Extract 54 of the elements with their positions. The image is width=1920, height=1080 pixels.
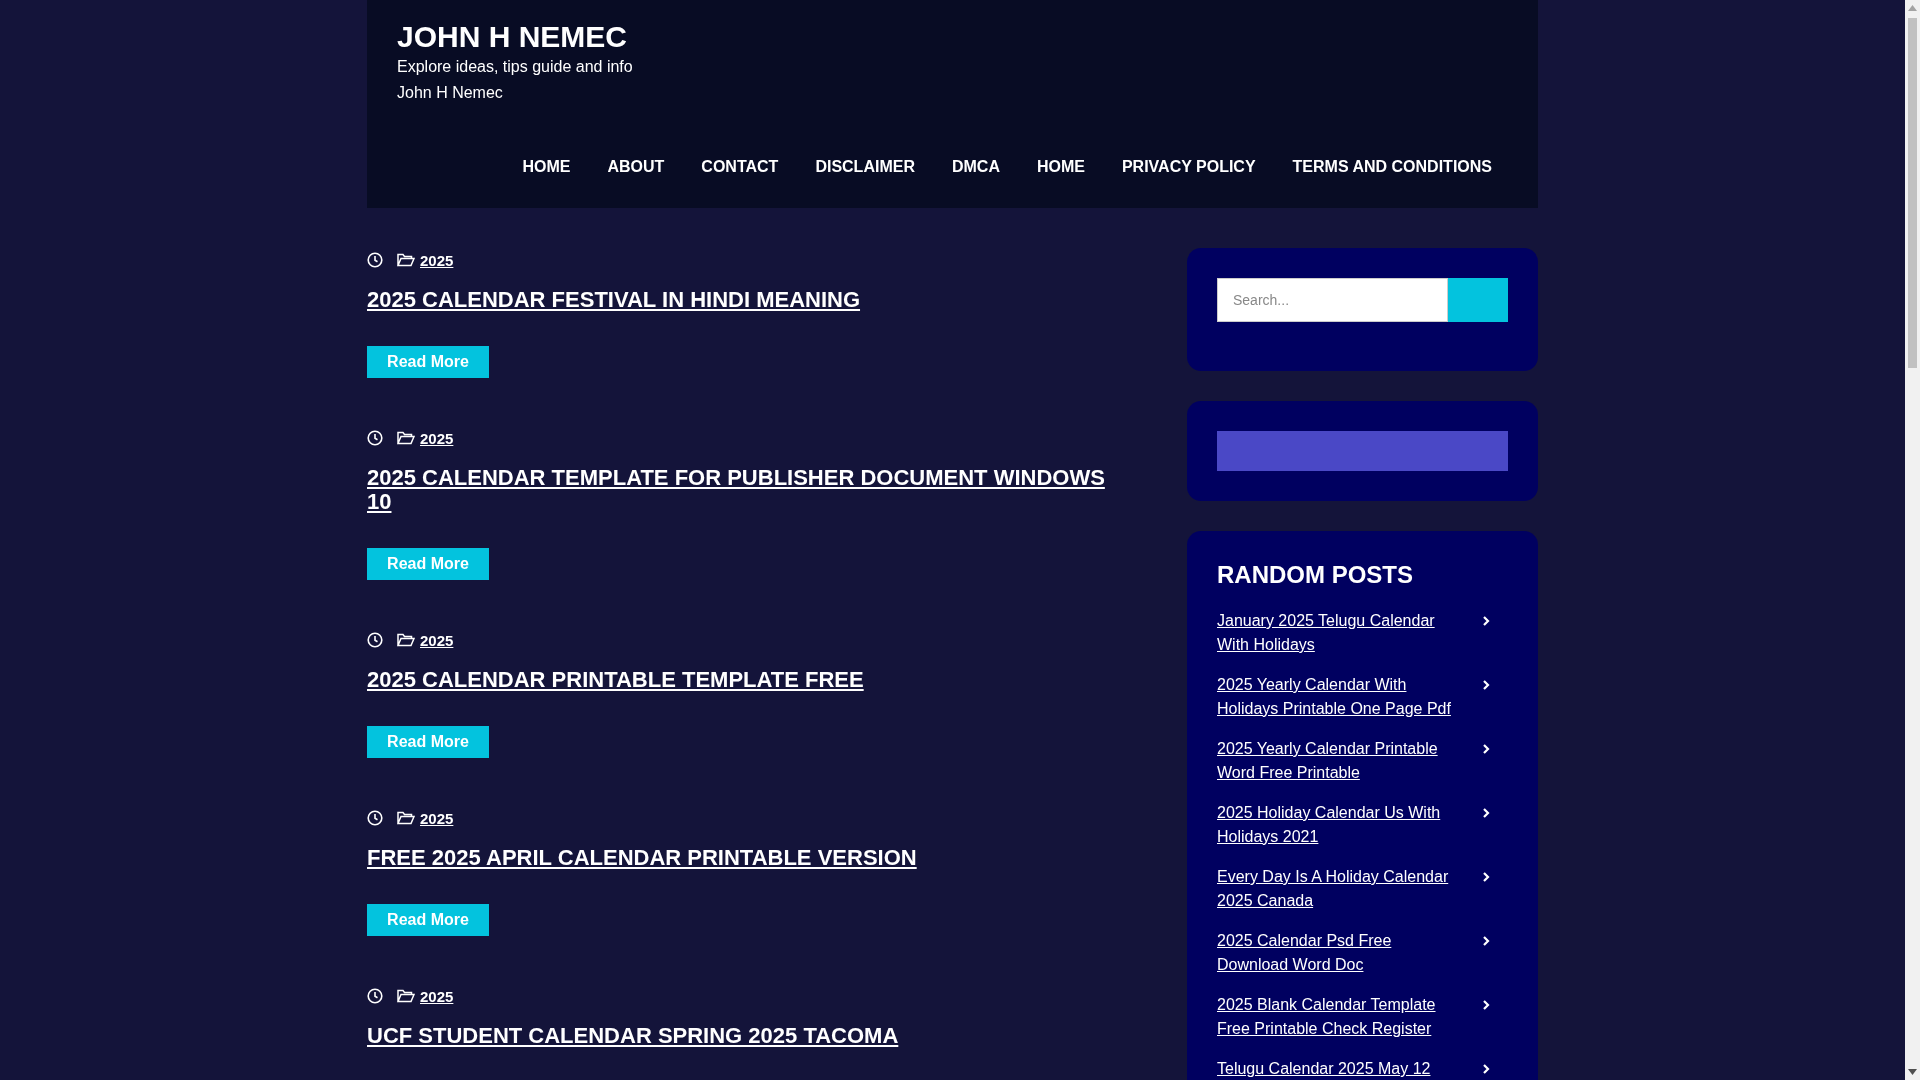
folder-icon [397, 633, 415, 647]
post-title[interactable]: UCF STUDENT CALENDAR SPRING 2025 TACOMA [367, 1024, 1127, 1048]
random-post-link[interactable]: 2025 Holiday Calendar Us With Holidays 2021 [1217, 801, 1452, 849]
nav-link[interactable]: HOME [1036, 158, 1085, 176]
scrollbar[interactable] [1905, 0, 1920, 1080]
chevron-right-icon [1482, 615, 1490, 627]
search-field[interactable]: Search... [1217, 278, 1448, 322]
category-link[interactable]: 2025 [420, 987, 454, 1005]
clock-icon [367, 988, 383, 1004]
category-link[interactable]: 2025 [420, 631, 454, 649]
nav-link[interactable]: ABOUT [607, 158, 665, 176]
random-post-link[interactable]: 2025 Yearly Calendar With Holidays Printable One Page Pdf [1217, 673, 1452, 721]
site-tagline: Explore ideas, tips guide and info [397, 57, 634, 77]
chevron-right-icon [1482, 871, 1490, 883]
post-title[interactable]: 2025 CALENDAR FESTIVAL IN HINDI MEANING [367, 288, 1127, 312]
nav-link[interactable]: TERMS AND CONDITIONS [1292, 158, 1492, 176]
chevron-right-icon [1482, 1063, 1490, 1075]
post-title[interactable]: 2025 CALENDAR TEMPLATE FOR PUBLISHER DOCUMENT WINDOWS 10 [367, 466, 1127, 514]
chevron-right-icon [1482, 679, 1490, 691]
category-link[interactable]: 2025 [420, 251, 454, 269]
folder-icon [397, 989, 415, 1003]
category-link[interactable]: 2025 [420, 809, 454, 827]
clock-icon [367, 430, 383, 446]
chevron-right-icon [1482, 999, 1490, 1011]
random-post-link[interactable]: 2025 Blank Calendar Template Free Printable Check Register [1217, 993, 1452, 1041]
nav-link[interactable]: HOME [522, 158, 571, 176]
chevron-right-icon [1482, 807, 1490, 819]
chevron-right-icon [1482, 743, 1490, 755]
nav-link[interactable]: CONTACT [701, 158, 779, 176]
clock-icon [367, 632, 383, 648]
post-title[interactable]: 2025 CALENDAR PRINTABLE TEMPLATE FREE [367, 668, 1127, 692]
random-post-link[interactable]: Telugu Calendar 2025 May 12 [1217, 1057, 1452, 1080]
random-post-link[interactable]: January 2025 Telugu Calendar With Holidays [1217, 609, 1452, 657]
category-link[interactable]: 2025 [420, 429, 454, 447]
site-title: JOHN H NEMEC [397, 20, 629, 54]
random-post-link[interactable]: Every Day Is A Holiday Calendar 2025 Canada [1217, 865, 1452, 913]
folder-icon [397, 253, 415, 267]
folder-icon [397, 431, 415, 445]
clock-icon [367, 252, 383, 268]
folder-icon [397, 811, 415, 825]
random-post-link[interactable]: 2025 Calendar Psd Free Download Word Doc [1217, 929, 1452, 977]
nav-link[interactable]: DISCLAIMER [815, 158, 915, 176]
nav-link[interactable]: DMCA [951, 158, 1000, 176]
site-author: John H Nemec [397, 83, 504, 103]
scroll-down-icon[interactable] [1908, 1069, 1917, 1075]
clock-icon [367, 810, 383, 826]
random-post-link[interactable]: 2025 Yearly Calendar Printable Word Free Printable [1217, 737, 1452, 785]
post-title[interactable]: FREE 2025 APRIL CALENDAR PRINTABLE VERSION [367, 846, 1127, 870]
scroll-up-icon[interactable] [1908, 5, 1917, 11]
widget-heading: RANDOM POSTS [1217, 561, 1414, 589]
scrollbar-thumb[interactable] [1908, 18, 1917, 368]
search-button[interactable] [1448, 278, 1508, 322]
chevron-right-icon [1482, 935, 1490, 947]
nav-link[interactable]: PRIVACY POLICY [1121, 158, 1256, 176]
